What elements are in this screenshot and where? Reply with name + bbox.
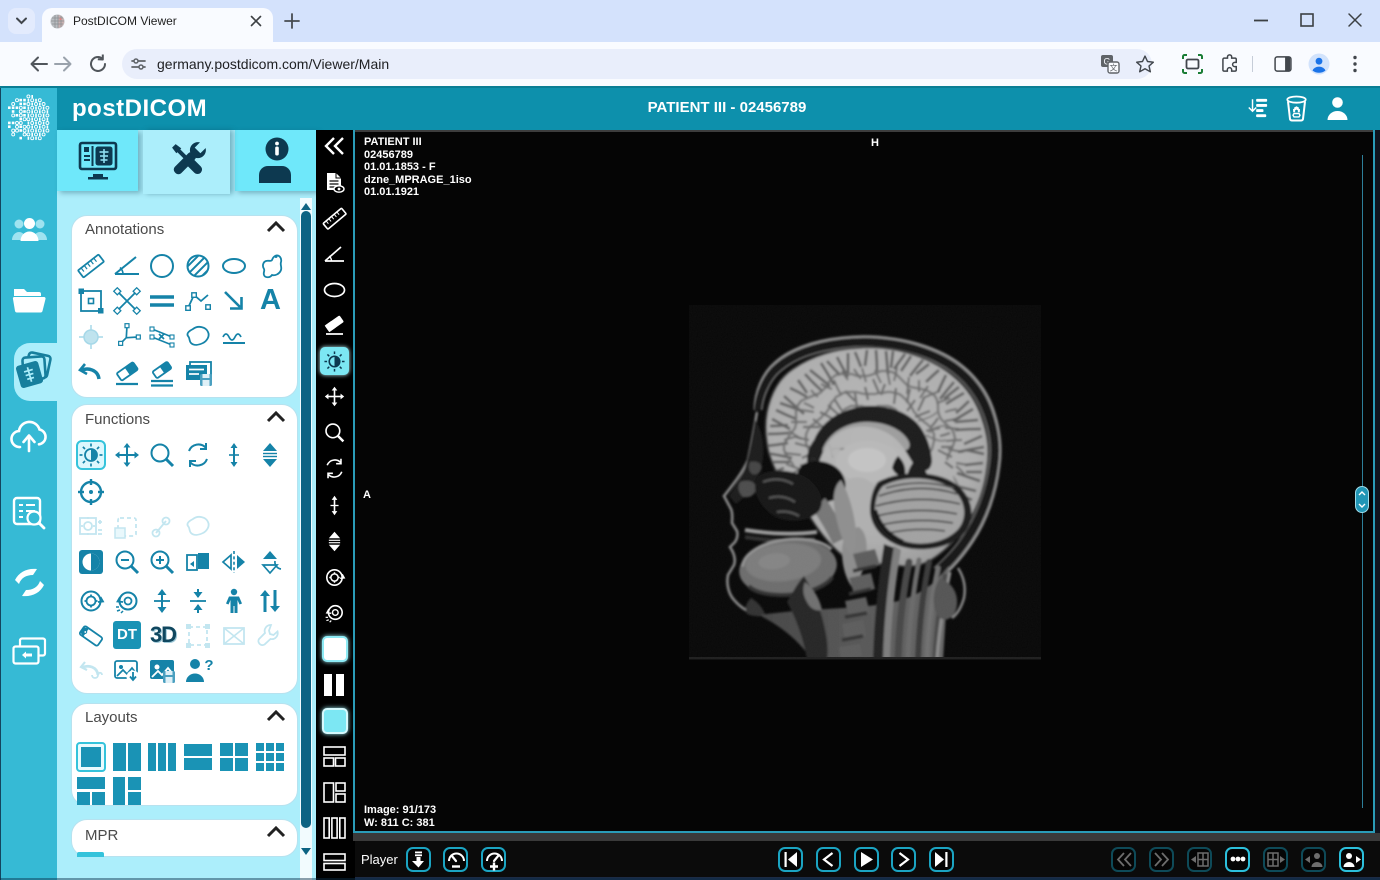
- svg-text:文: 文: [1110, 63, 1118, 73]
- svg-text:?: ?: [204, 657, 213, 674]
